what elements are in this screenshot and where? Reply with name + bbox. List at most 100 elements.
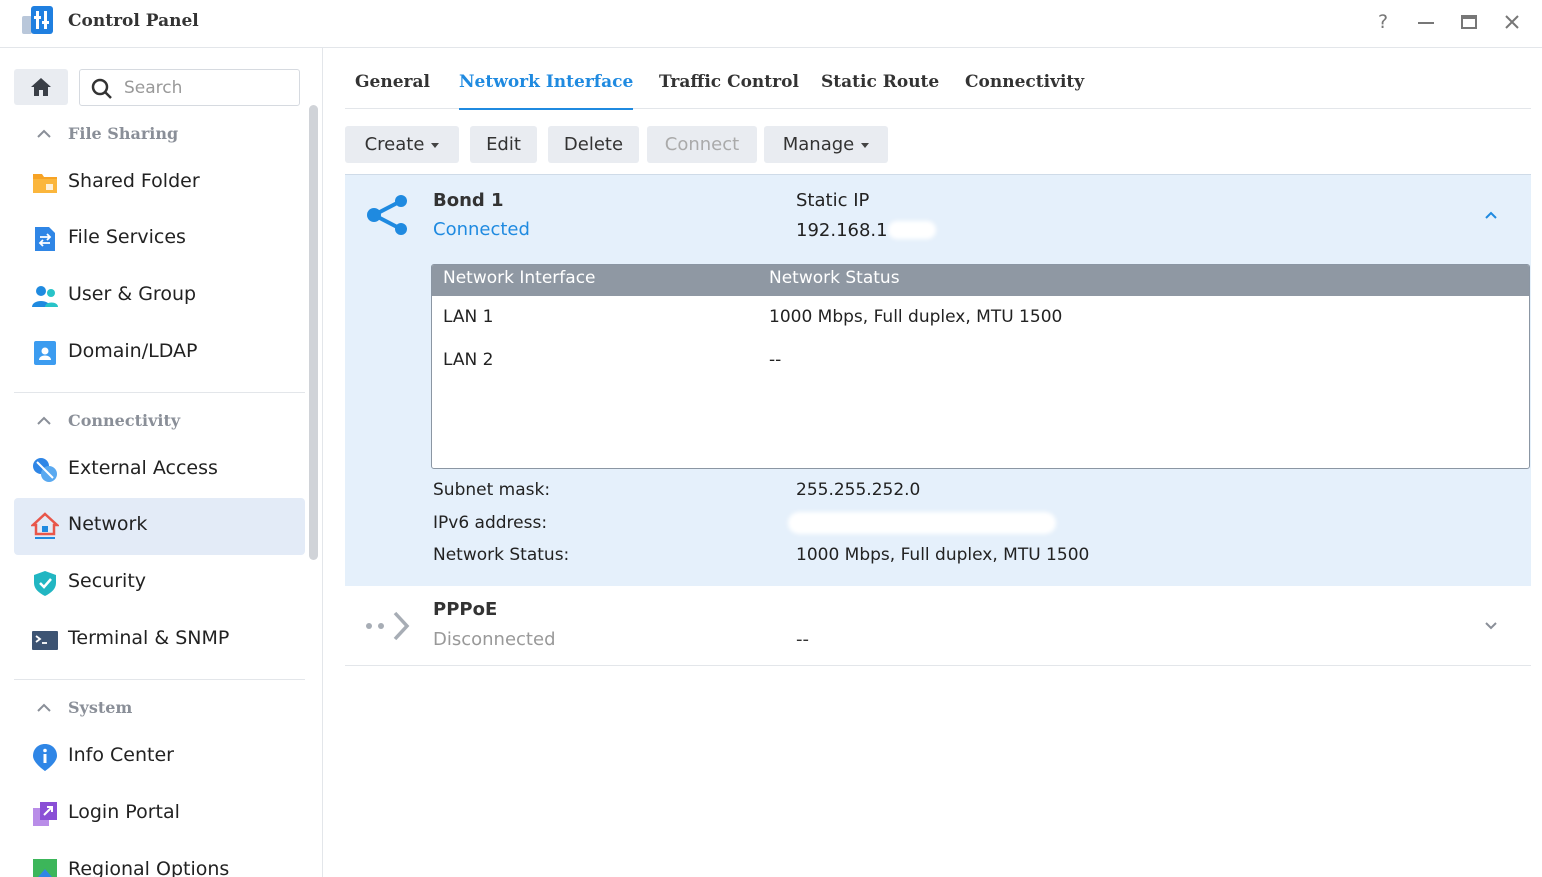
manage-label: Manage (782, 134, 855, 155)
section-label: System (68, 698, 133, 717)
title-bar: Control Panel ? (0, 0, 1542, 48)
network-home-icon (31, 512, 59, 539)
create-label: Create (364, 134, 425, 155)
external-access-icon (33, 458, 57, 482)
sidebar-item-label: Login Portal (68, 801, 180, 823)
sidebar-item-info-center[interactable]: Info Center (14, 729, 305, 786)
tab-traffic-control[interactable]: Traffic Control (659, 72, 799, 92)
detail-label: Network Status: (433, 545, 570, 565)
window-title: Control Panel (68, 11, 199, 31)
connect-button[interactable]: Connect (647, 126, 757, 163)
tab-connectivity[interactable]: Connectivity (965, 72, 1084, 92)
home-button[interactable] (14, 69, 68, 105)
sidebar-item-external-access[interactable]: External Access (14, 442, 305, 499)
sidebar-scrollbar[interactable] (309, 105, 318, 560)
sidebar-item-user-group[interactable]: User & Group (14, 268, 305, 325)
ip-address: 192.168.1 (796, 220, 888, 241)
sidebar-item-label: Regional Options (68, 858, 230, 877)
share-bond-icon (367, 195, 407, 235)
chevron-up-icon[interactable] (1481, 205, 1501, 225)
sidebar: Search File Sharing Shared Folder File S… (0, 48, 323, 877)
detail-value: 255.255.252.0 (796, 480, 921, 500)
table-header: Network Interface Network Status (432, 265, 1529, 296)
sidebar-item-label: Network (68, 513, 148, 535)
sidebar-item-label: Info Center (68, 744, 174, 766)
main-content: General Network Interface Traffic Contro… (345, 48, 1531, 877)
maximize-icon (1461, 15, 1477, 29)
interface-name: PPPoE (433, 599, 498, 620)
column-header: Network Status (769, 268, 900, 288)
tab-bar: General Network Interface Traffic Contro… (345, 48, 1531, 110)
interface-card-bond1[interactable]: Bond 1 Connected Static IP 192.168.1 Net… (345, 174, 1531, 586)
sidebar-item-shared-folder[interactable]: Shared Folder (14, 155, 305, 212)
chevron-up-icon (37, 129, 51, 138)
domain-ldap-icon (34, 341, 56, 365)
minimize-button[interactable] (1414, 10, 1438, 34)
table-cell: 1000 Mbps, Full duplex, MTU 1500 (769, 307, 1063, 327)
section-file-sharing[interactable]: File Sharing (34, 122, 304, 148)
help-button[interactable]: ? (1371, 10, 1395, 34)
sidebar-item-login-portal[interactable]: Login Portal (14, 786, 305, 843)
search-input[interactable]: Search (124, 78, 182, 98)
shield-icon (34, 571, 56, 596)
table-cell: -- (769, 350, 782, 370)
close-button[interactable] (1500, 10, 1524, 34)
interface-card-pppoe[interactable]: PPPoE Disconnected -- (345, 586, 1531, 666)
table-cell: LAN 2 (443, 350, 494, 370)
control-panel-app-icon (22, 6, 53, 34)
chevron-down-icon[interactable] (1481, 616, 1501, 636)
search-box[interactable]: Search (79, 69, 300, 106)
chevron-up-icon (37, 703, 51, 712)
detail-label: Subnet mask: (433, 480, 551, 500)
file-services-icon (35, 227, 55, 251)
section-label: Connectivity (68, 411, 181, 430)
tab-network-interface[interactable]: Network Interface (459, 72, 634, 110)
section-system[interactable]: System (34, 696, 304, 722)
detail-label: IPv6 address: (433, 513, 548, 533)
tab-general[interactable]: General (355, 72, 430, 92)
section-label: File Sharing (68, 124, 179, 143)
sidebar-item-regional-options[interactable]: Regional Options (14, 843, 305, 877)
sidebar-item-label: Shared Folder (68, 170, 200, 192)
sidebar-item-security[interactable]: Security (14, 555, 305, 612)
sidebar-item-label: Domain/LDAP (68, 340, 198, 362)
caret-down-icon (861, 142, 870, 148)
sidebar-item-label: Terminal & SNMP (68, 627, 230, 649)
minimize-icon (1418, 22, 1434, 24)
create-button[interactable]: Create (345, 126, 459, 163)
table-row: LAN 2 -- (432, 342, 1529, 382)
delete-button[interactable]: Delete (548, 126, 639, 163)
maximize-button[interactable] (1457, 10, 1481, 34)
folder-icon (33, 174, 57, 193)
sidebar-item-domain-ldap[interactable]: Domain/LDAP (14, 325, 305, 382)
manage-button[interactable]: Manage (764, 126, 888, 163)
interface-status: Connected (433, 219, 530, 240)
login-portal-icon (33, 802, 57, 826)
sidebar-item-label: Security (68, 570, 147, 592)
sidebar-divider (14, 679, 305, 680)
edit-button[interactable]: Edit (470, 126, 537, 163)
pppoe-arrow-icon (366, 611, 410, 641)
column-header: Network Interface (443, 268, 596, 288)
table-row: LAN 1 1000 Mbps, Full duplex, MTU 1500 (432, 299, 1529, 339)
section-connectivity[interactable]: Connectivity (34, 409, 304, 435)
redaction-mask (788, 512, 1056, 534)
interface-status: Disconnected (433, 629, 556, 650)
user-group-icon (32, 286, 58, 307)
sidebar-item-terminal-snmp[interactable]: Terminal & SNMP (14, 612, 305, 669)
table-cell: LAN 1 (443, 307, 494, 327)
regional-options-icon (33, 859, 57, 877)
detail-value: 1000 Mbps, Full duplex, MTU 1500 (796, 545, 1090, 565)
sidebar-item-label: User & Group (68, 283, 197, 305)
sidebar-divider (14, 392, 305, 393)
home-icon (31, 78, 51, 96)
terminal-icon (32, 631, 58, 650)
sidebar-item-label: File Services (68, 226, 186, 248)
sidebar-item-network[interactable]: Network (14, 498, 305, 555)
redaction-mask (888, 221, 936, 239)
sidebar-item-file-services[interactable]: File Services (14, 211, 305, 268)
ip-type: Static IP (796, 190, 870, 211)
search-icon (91, 78, 112, 99)
ip-address: -- (796, 629, 809, 650)
tab-static-route[interactable]: Static Route (821, 72, 939, 92)
